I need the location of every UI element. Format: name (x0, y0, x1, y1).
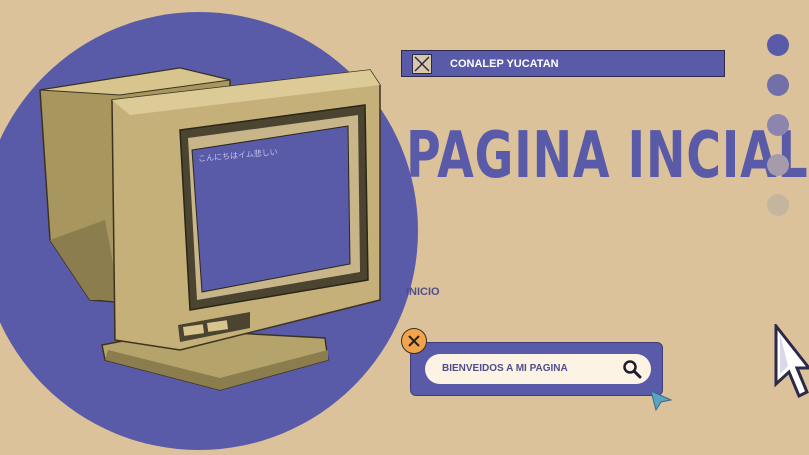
window-title-label: CONALEP YUCATAN (450, 58, 559, 70)
dot-2 (767, 74, 789, 96)
nav-inicio-link[interactable]: INICIO (406, 286, 440, 298)
dot-1 (767, 34, 789, 56)
search-icon[interactable] (622, 359, 642, 384)
cursor-icon (774, 324, 809, 399)
dot-5 (767, 194, 789, 216)
page-title: PAGINA INCIAL (406, 119, 809, 193)
dot-3 (767, 114, 789, 136)
search-box-container: BIENVEIDOS A MI PAGINA (410, 342, 663, 396)
dot-4 (767, 154, 789, 176)
decorative-dots (767, 34, 789, 234)
search-input[interactable]: BIENVEIDOS A MI PAGINA (425, 354, 651, 384)
pointer-icon (650, 390, 673, 412)
close-button[interactable] (401, 328, 427, 354)
window-x-icon[interactable] (412, 54, 432, 74)
search-text: BIENVEIDOS A MI PAGINA (442, 363, 568, 374)
close-icon (408, 335, 420, 347)
retro-monitor-illustration (39, 67, 381, 391)
window-title-bar: CONALEP YUCATAN (401, 50, 725, 77)
